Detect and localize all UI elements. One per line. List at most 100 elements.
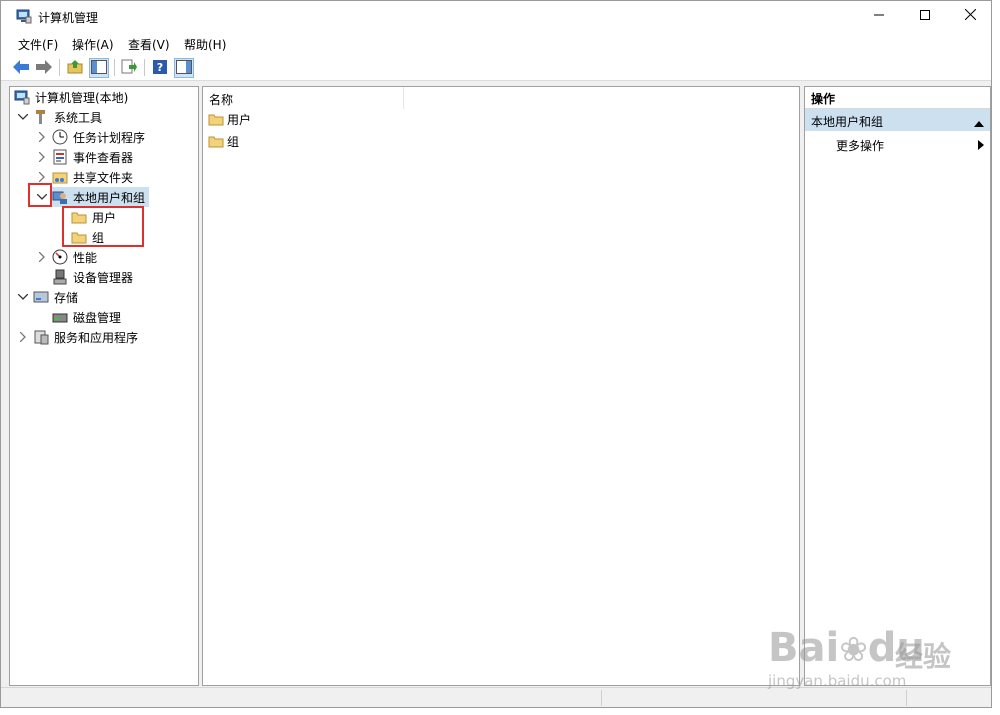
actions-section-local-users-groups[interactable]: 本地用户和组 — [805, 109, 990, 131]
tree-node-shared-folders[interactable]: 共享文件夹 — [52, 167, 133, 187]
paw-icon: ❀ — [839, 630, 868, 670]
help-icon: ? — [152, 59, 168, 78]
toolbar-separator — [114, 59, 115, 76]
menu-action[interactable]: 操作(A) — [72, 36, 114, 53]
tree-label: 共享文件夹 — [73, 170, 134, 185]
list-item-label: 用户 — [227, 112, 252, 127]
show-hide-action-pane-button[interactable] — [174, 58, 194, 78]
actions-header: 操作 — [805, 87, 990, 109]
menu-help[interactable]: 帮助(H) — [184, 36, 226, 53]
computer-management-icon — [16, 8, 32, 24]
tree-node-system-tools[interactable]: 系统工具 — [33, 107, 102, 127]
back-icon — [13, 59, 29, 77]
tree-label: 事件查看器 — [73, 150, 134, 165]
watermark-url: jingyan.baidu.com — [768, 672, 907, 690]
more-actions-item[interactable]: 更多操作 — [805, 133, 990, 155]
menu-view[interactable]: 查看(V) — [128, 36, 170, 53]
services-icon — [33, 329, 49, 345]
show-hide-action-pane-icon — [176, 59, 192, 77]
svg-text:?: ? — [157, 61, 163, 74]
up-one-level-button[interactable] — [65, 58, 85, 78]
chevron-down-icon[interactable] — [17, 291, 29, 303]
show-hide-tree-button[interactable] — [89, 58, 109, 78]
tree-label: 计算机管理(本地) — [35, 90, 129, 105]
title-bar[interactable]: 计算机管理 — [1, 1, 991, 33]
results-pane[interactable]: 名称 用户 组 — [202, 86, 800, 686]
tree-node-storage[interactable]: 存储 — [33, 287, 78, 307]
tree-node-root[interactable]: 计算机管理(本地) — [14, 87, 128, 107]
export-list-icon — [121, 59, 137, 78]
tree-node-performance[interactable]: 性能 — [52, 247, 97, 267]
shared-folder-icon — [52, 169, 68, 185]
list-item[interactable]: 组 — [208, 131, 239, 151]
window-title: 计算机管理 — [38, 11, 99, 25]
tree-label: 任务计划程序 — [73, 130, 146, 145]
tree-label: 组 — [92, 230, 105, 245]
tree-label: 系统工具 — [54, 110, 103, 125]
help-button[interactable]: ? — [150, 58, 170, 78]
toolbar-separator — [144, 59, 145, 76]
folder-icon — [71, 209, 87, 225]
toolbar: ? — [1, 55, 991, 81]
column-header-name[interactable]: 名称 — [203, 87, 404, 109]
tree-label: 存储 — [54, 290, 79, 305]
tree-node-services-apps[interactable]: 服务和应用程序 — [33, 327, 138, 347]
actions-header-label: 操作 — [811, 92, 836, 106]
submenu-arrow-icon — [978, 139, 984, 153]
column-header-label: 名称 — [209, 93, 234, 107]
tree-label: 设备管理器 — [73, 270, 134, 285]
tree-node-local-users-groups[interactable]: 本地用户和组 — [52, 187, 150, 207]
minimize-icon — [874, 9, 884, 23]
toolbar-separator — [59, 59, 60, 76]
chevron-right-icon[interactable] — [36, 131, 48, 143]
status-separator — [906, 690, 907, 706]
chevron-down-icon[interactable] — [17, 111, 29, 123]
tree-node-event-viewer[interactable]: 事件查看器 — [52, 147, 133, 167]
tree-label: 性能 — [73, 250, 98, 265]
tools-icon — [33, 109, 49, 125]
tree-label: 本地用户和组 — [73, 190, 146, 205]
tree-node-task-scheduler[interactable]: 任务计划程序 — [52, 127, 145, 147]
console-tree-pane[interactable]: 计算机管理(本地) 系统工具 任务计划程序 事件查看器 共享文件夹 本地用户和组… — [9, 86, 199, 686]
users-group-icon — [52, 189, 68, 205]
clock-icon — [52, 129, 68, 145]
watermark-brand-text: Bai — [768, 625, 840, 671]
tree-label: 服务和应用程序 — [54, 330, 139, 345]
maximize-icon — [920, 9, 930, 23]
event-viewer-icon — [52, 149, 68, 165]
forward-button[interactable] — [34, 58, 54, 78]
watermark-brand-cn: 经验 — [895, 640, 952, 673]
up-folder-icon — [67, 59, 83, 78]
tree-node-disk-management[interactable]: 磁盘管理 — [52, 307, 121, 327]
more-actions-label: 更多操作 — [836, 139, 885, 153]
menu-bar: 文件(F) 操作(A) 查看(V) 帮助(H) — [1, 33, 991, 55]
actions-pane: 操作 本地用户和组 更多操作 — [804, 86, 991, 686]
chevron-right-icon[interactable] — [17, 331, 29, 343]
collapse-up-icon[interactable] — [974, 116, 984, 130]
back-button[interactable] — [11, 58, 31, 78]
status-separator — [601, 690, 602, 706]
chevron-right-icon[interactable] — [36, 151, 48, 163]
computer-management-icon — [14, 89, 30, 105]
chevron-right-icon[interactable] — [36, 171, 48, 183]
chevron-right-icon[interactable] — [36, 251, 48, 263]
tree-node-users[interactable]: 用户 — [71, 207, 116, 227]
folder-icon — [71, 229, 87, 245]
folder-icon — [208, 133, 224, 149]
maximize-button[interactable] — [902, 1, 948, 31]
actions-section-label: 本地用户和组 — [811, 115, 884, 129]
tree-node-groups[interactable]: 组 — [71, 227, 104, 247]
tree-label: 用户 — [92, 210, 117, 225]
forward-icon — [36, 59, 52, 77]
computer-management-window: 计算机管理 文件(F) 操作(A) 查看(V) 帮助(H) ? 计算机管理(本地… — [0, 0, 992, 708]
folder-icon — [208, 111, 224, 127]
highlight-box — [28, 183, 52, 207]
minimize-button[interactable] — [856, 1, 902, 31]
close-button[interactable] — [947, 1, 991, 31]
storage-icon — [33, 289, 49, 305]
menu-file[interactable]: 文件(F) — [18, 36, 58, 53]
tree-node-device-manager[interactable]: 设备管理器 — [52, 267, 133, 287]
status-bar — [1, 687, 991, 707]
list-item[interactable]: 用户 — [208, 109, 251, 129]
export-list-button[interactable] — [119, 58, 139, 78]
